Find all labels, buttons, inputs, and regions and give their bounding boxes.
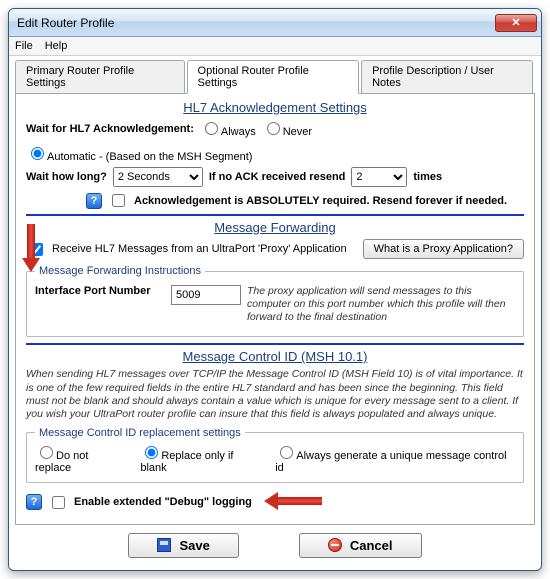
close-button[interactable]: ✕ [495, 14, 537, 32]
ack-opt-never[interactable]: Never [262, 119, 312, 138]
msh-paragraph: When sending HL7 messages over TCP/IP th… [26, 368, 524, 421]
resend-count-select[interactable]: 2 [351, 167, 407, 187]
wait-howlong-label: Wait how long? [26, 171, 107, 183]
menu-help[interactable]: Help [45, 40, 68, 52]
tab-strip: Primary Router Profile Settings Optional… [15, 60, 535, 94]
msh-heading: Message Control ID (MSH 10.1) [26, 349, 524, 364]
tab-optional[interactable]: Optional Router Profile Settings [187, 60, 360, 94]
save-button[interactable]: Save [128, 533, 238, 558]
menu-file[interactable]: File [15, 40, 33, 52]
ack-absolute-checkbox[interactable] [108, 191, 128, 210]
tab-body: HL7 Acknowledgement Settings Wait for HL… [15, 93, 535, 525]
ack-opt-auto[interactable]: Automatic - (Based on the MSH Segment) [26, 144, 252, 163]
proxy-info-button[interactable]: What is a Proxy Application? [363, 239, 524, 259]
cancel-button[interactable]: Cancel [299, 533, 422, 558]
divider [26, 214, 524, 216]
receive-proxy-label: Receive HL7 Messages from an UltraPort '… [52, 243, 347, 255]
save-icon [157, 538, 171, 552]
msh-opt-ifblank[interactable]: Replace only if blank [140, 443, 261, 474]
tab-primary[interactable]: Primary Router Profile Settings [15, 60, 185, 94]
ack-opt-always[interactable]: Always [200, 119, 256, 138]
window-title: Edit Router Profile [17, 16, 495, 30]
port-input[interactable] [171, 285, 241, 305]
tab-description[interactable]: Profile Description / User Notes [361, 60, 533, 94]
msh-opt-noreplace[interactable]: Do not replace [35, 443, 126, 474]
fwd-legend: Message Forwarding Instructions [35, 265, 205, 277]
ack-heading: HL7 Acknowledgement Settings [26, 100, 524, 115]
fwd-hint: The proxy application will send messages… [247, 285, 515, 324]
msh-fieldset: Message Control ID replacement settings … [26, 427, 524, 483]
help-icon[interactable]: ? [26, 494, 42, 510]
wait-ack-label: Wait for HL7 Acknowledgement: [26, 123, 194, 135]
msh-opt-always[interactable]: Always generate a unique message control… [275, 443, 515, 474]
menubar: File Help [9, 37, 541, 56]
fwd-fieldset: Message Forwarding Instructions Interfac… [26, 265, 524, 337]
fwd-heading: Message Forwarding [26, 220, 524, 235]
msh-legend: Message Control ID replacement settings [35, 427, 245, 439]
receive-proxy-checkbox[interactable] [26, 240, 46, 259]
close-icon: ✕ [511, 16, 520, 29]
help-icon[interactable]: ? [86, 193, 102, 209]
cancel-icon [328, 538, 342, 552]
button-bar: Save Cancel [15, 525, 535, 562]
annotation-arrow-left [264, 493, 324, 511]
titlebar[interactable]: Edit Router Profile ✕ [9, 9, 541, 37]
noack-label: If no ACK received resend [209, 171, 346, 183]
debug-label: Enable extended "Debug" logging [74, 496, 252, 508]
wait-howlong-select[interactable]: 2 Seconds [113, 167, 203, 187]
times-label: times [413, 171, 442, 183]
debug-checkbox[interactable] [48, 493, 68, 512]
window-frame: Edit Router Profile ✕ File Help Primary … [8, 8, 542, 571]
ack-absolute-label: Acknowledgement is ABSOLUTELY required. … [134, 195, 507, 207]
port-label: Interface Port Number [35, 285, 165, 297]
divider [26, 343, 524, 345]
